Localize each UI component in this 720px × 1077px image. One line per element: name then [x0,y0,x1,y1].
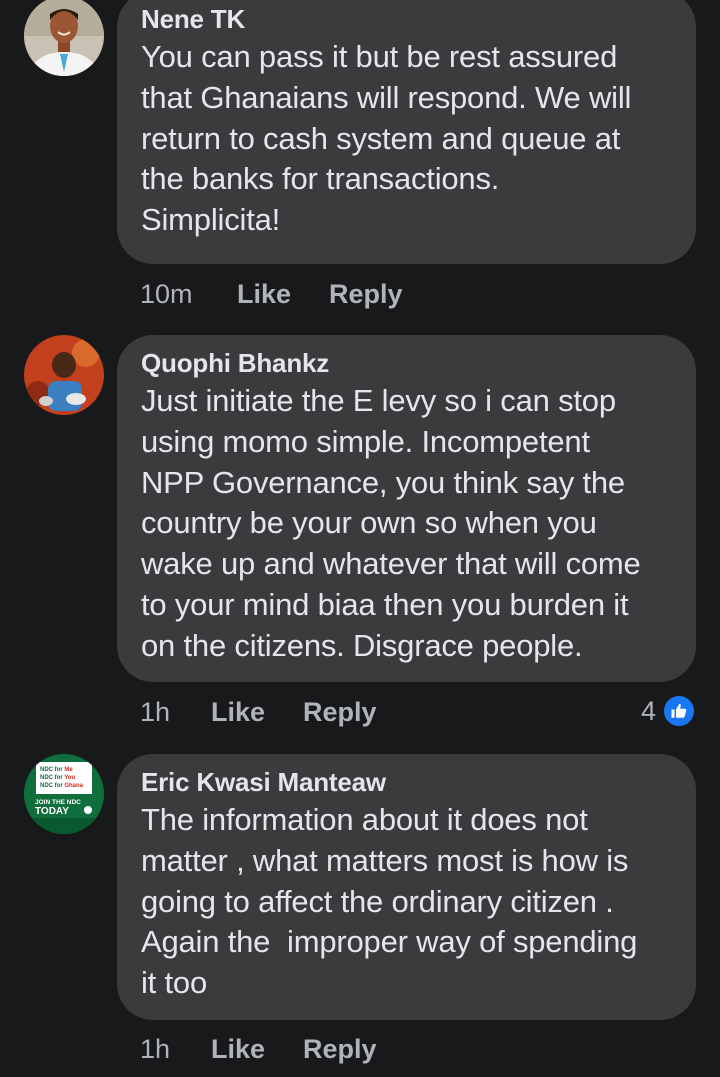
like-button[interactable]: Like [237,274,291,314]
comment-bubble: Quophi Bhankz Just initiate the E levy s… [117,335,696,682]
svg-text:NDC for Ghana: NDC for Ghana [40,783,84,789]
comment-text: Just initiate the E levy so i can stop u… [141,383,641,663]
avatar[interactable]: NDC for Me NDC for You NDC for Ghana JOI… [24,754,104,834]
reply-button[interactable]: Reply [303,1029,377,1069]
like-button[interactable]: Like [211,1029,265,1069]
comment-author[interactable]: Quophi Bhankz [141,345,672,381]
comment-text: You can pass it but be rest assured that… [141,39,632,238]
comment-author[interactable]: Nene TK [141,1,672,37]
avatar[interactable] [24,0,104,76]
reaction-summary[interactable]: 4 [641,694,696,728]
comment-bubble: Nene TK You can pass it but be rest assu… [117,0,696,264]
comment-text: The information about it does not matter… [141,802,638,1001]
comment-bubble: Eric Kwasi Manteaw The information about… [117,754,696,1020]
svg-text:TODAY: TODAY [35,806,69,817]
ndc-logo-avatar: NDC for Me NDC for You NDC for Ghana JOI… [24,754,104,834]
comment-time[interactable]: 1h [140,1029,170,1069]
like-button[interactable]: Like [211,692,265,732]
svg-text:NDC for You: NDC for You [40,775,75,781]
avatar[interactable] [24,335,104,415]
reply-button[interactable]: Reply [303,692,377,732]
reply-button[interactable]: Reply [329,274,403,314]
svg-text:JOIN THE NDC: JOIN THE NDC [35,799,81,806]
thumbs-up-icon [662,694,696,728]
svg-text:NDC for Me: NDC for Me [40,767,73,773]
comment-author[interactable]: Eric Kwasi Manteaw [141,764,672,800]
comment-time[interactable]: 1h [140,692,170,732]
reaction-count: 4 [640,696,656,726]
comment-time[interactable]: 10m [140,274,193,314]
